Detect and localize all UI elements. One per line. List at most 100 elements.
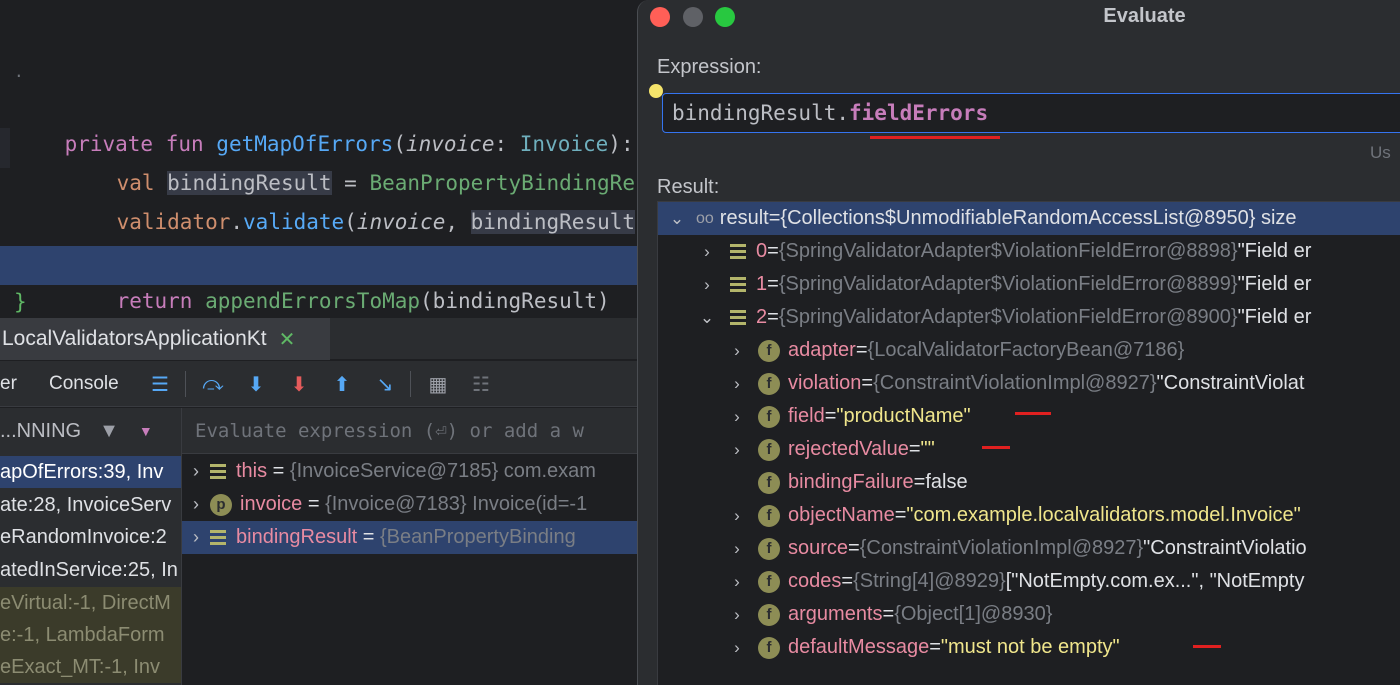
tree-row-field[interactable]: › f source = {ConstraintViolationImpl@89… <box>658 532 1400 565</box>
menu-icon[interactable]: ☰ <box>146 371 174 397</box>
chevron-right-icon[interactable]: › <box>696 268 718 301</box>
tree-node-name: arguments <box>788 603 883 625</box>
code-line-validate: validator.validate(invoice, bindingResul… <box>14 168 640 234</box>
force-step-into-icon[interactable]: ⬇ <box>285 371 313 397</box>
frame-item[interactable]: eRandomInvoice:2 <box>0 521 181 553</box>
chevron-right-icon[interactable]: › <box>726 631 748 664</box>
tree-row-result[interactable]: ⌄ oo result = {Collections$UnmodifiableR… <box>658 202 1400 235</box>
tree-row-element[interactable]: ⌄ 2 = {SpringValidatorAdapter$ViolationF… <box>658 301 1400 334</box>
tree-node-value: {Collections$UnmodifiableRandomAccessLis… <box>780 207 1297 229</box>
run-to-cursor-icon[interactable]: ↘ <box>371 371 399 397</box>
evaluate-expression-input[interactable]: Evaluate expression (⏎) or add a w <box>182 408 640 454</box>
variable-row[interactable]: › this = {InvoiceService@7185} com.exam <box>182 455 640 488</box>
variable-row[interactable]: › bindingResult = {BeanPropertyBinding <box>182 521 640 554</box>
tree-row-field[interactable]: › f objectName = "com.example.localvalid… <box>658 499 1400 532</box>
tree-row-field[interactable]: f bindingFailure = false <box>658 466 1400 499</box>
frame-item[interactable]: ate:28, InvoiceServ <box>0 489 181 521</box>
equals: = <box>824 405 837 427</box>
field-icon: f <box>758 537 780 560</box>
chevron-right-icon[interactable]: › <box>726 433 748 466</box>
tree-node-value: "ConstraintViolat <box>1156 372 1305 394</box>
tree-node-value: "Field er <box>1237 240 1312 262</box>
equals: = <box>767 306 779 328</box>
chevron-right-icon[interactable]: › <box>726 532 748 565</box>
tree-node-name: rejectedValue <box>788 438 909 460</box>
list-icon <box>210 529 226 546</box>
expression-field: fieldErrors <box>849 101 989 125</box>
chevron-right-icon[interactable]: › <box>182 488 210 521</box>
debug-session-tab[interactable]: LocalValidatorsApplicationKt ✕ <box>0 318 330 360</box>
debugger-tab-label[interactable]: er <box>0 373 17 395</box>
tree-row-field[interactable]: › f violation = {ConstraintViolationImpl… <box>658 367 1400 400</box>
chevron-right-icon[interactable]: › <box>182 521 210 554</box>
chevron-down-icon[interactable]: ⌄ <box>666 202 688 235</box>
close-icon[interactable]: ✕ <box>279 327 296 352</box>
variable-value: {BeanPropertyBinding <box>380 526 576 548</box>
tree-node-value: "Field er <box>1237 306 1312 328</box>
step-into-icon[interactable]: ⬇ <box>242 371 270 397</box>
tree-row-field[interactable]: › f rejectedValue = "" <box>658 433 1400 466</box>
code-editor[interactable]: . private fun getMapOfErrors(invoice: In… <box>0 0 640 320</box>
chevron-right-icon[interactable]: › <box>726 499 748 532</box>
variable-name: invoice <box>240 493 303 515</box>
filter-icon[interactable]: ▼ <box>99 420 119 443</box>
step-over-icon[interactable]: ⤼ <box>199 371 227 397</box>
chevron-right-icon[interactable]: › <box>726 598 748 631</box>
chevron-right-icon[interactable]: › <box>726 400 748 433</box>
variable-row[interactable]: › p invoice = {Invoice@7183} Invoice(id=… <box>182 488 640 521</box>
console-tab[interactable]: Console <box>49 373 119 395</box>
frame-item[interactable]: eVirtual:-1, DirectM <box>0 587 181 619</box>
expression-input[interactable]: bindingResult.fieldErrors <box>662 93 1400 133</box>
equals: = <box>882 603 895 625</box>
tree-node-ref: {SpringValidatorAdapter$ViolationFieldEr… <box>778 273 1238 295</box>
list-icon <box>730 276 746 293</box>
chevron-right-icon[interactable]: › <box>726 565 748 598</box>
tree-row-field[interactable]: › f adapter = {LocalValidatorFactoryBean… <box>658 334 1400 367</box>
evaluate-icon[interactable]: ▦ <box>424 371 452 397</box>
code-line-signature: private fun getMapOfErrors(invoice: Invo… <box>14 90 640 156</box>
thread-selector[interactable]: ...NNING <box>0 420 81 443</box>
tree-row-field[interactable]: › f defaultMessage = "must not be empty" <box>658 631 1400 664</box>
tree-node-name: field <box>788 405 825 427</box>
result-label: Result: <box>657 176 720 198</box>
chevron-right-icon[interactable]: › <box>726 334 748 367</box>
chevron-down-icon[interactable]: ⌄ <box>696 301 718 334</box>
expression-label: Expression: <box>657 56 762 78</box>
equals: = <box>894 504 907 526</box>
lightbulb-icon[interactable] <box>649 84 663 98</box>
equals: = <box>855 339 868 361</box>
code-line-brace: } <box>14 290 27 314</box>
equals: = <box>767 240 779 262</box>
equals: = <box>767 273 779 295</box>
frame-item[interactable]: e:-1, LambdaForm <box>0 619 181 651</box>
tree-node-name: 1 <box>756 273 768 295</box>
step-out-icon[interactable]: ⬆ <box>328 371 356 397</box>
tree-node-ref: {SpringValidatorAdapter$ViolationFieldEr… <box>778 240 1238 262</box>
chevron-right-icon[interactable]: › <box>726 367 748 400</box>
paren: ( <box>344 210 357 234</box>
frame-item[interactable]: atedInService:25, In <box>0 554 181 586</box>
frame-item[interactable]: apOfErrors:39, Inv <box>0 456 181 488</box>
tree-node-name: source <box>788 537 849 559</box>
chevron-down-icon[interactable]: ▼ <box>139 423 153 439</box>
tree-row-field[interactable]: › f field = "productName" <box>658 400 1400 433</box>
tree-node-name: 2 <box>756 306 768 328</box>
result-tree[interactable]: ⌄ oo result = {Collections$UnmodifiableR… <box>657 201 1400 685</box>
equals: = <box>768 207 781 229</box>
chevron-right-icon[interactable]: › <box>182 455 210 488</box>
tree-node-name: codes <box>788 570 842 592</box>
arg-invoice: invoice <box>356 210 446 234</box>
trace-icon[interactable]: ☷ <box>467 371 495 397</box>
code-line-val: val bindingResult = BeanPropertyBindingR… <box>14 129 640 195</box>
tree-row-element[interactable]: › 1 = {SpringValidatorAdapter$ViolationF… <box>658 268 1400 301</box>
tree-node-ref: {String[4]@8929} <box>853 570 1006 592</box>
frame-item[interactable]: eExact_MT:-1, Inv <box>0 651 181 683</box>
tree-row-element[interactable]: › 0 = {SpringValidatorAdapter$ViolationF… <box>658 235 1400 268</box>
chevron-right-icon[interactable]: › <box>696 235 718 268</box>
tree-row-field[interactable]: › f codes = {String[4]@8929} ["NotEmpty.… <box>658 565 1400 598</box>
variable-value: {InvoiceService@7185} com.exam <box>289 460 596 482</box>
list-icon <box>210 463 226 480</box>
equals: = <box>908 438 921 460</box>
tree-row-field[interactable]: › f arguments = {Object[1]@8930} <box>658 598 1400 631</box>
field-icon: f <box>758 438 780 461</box>
